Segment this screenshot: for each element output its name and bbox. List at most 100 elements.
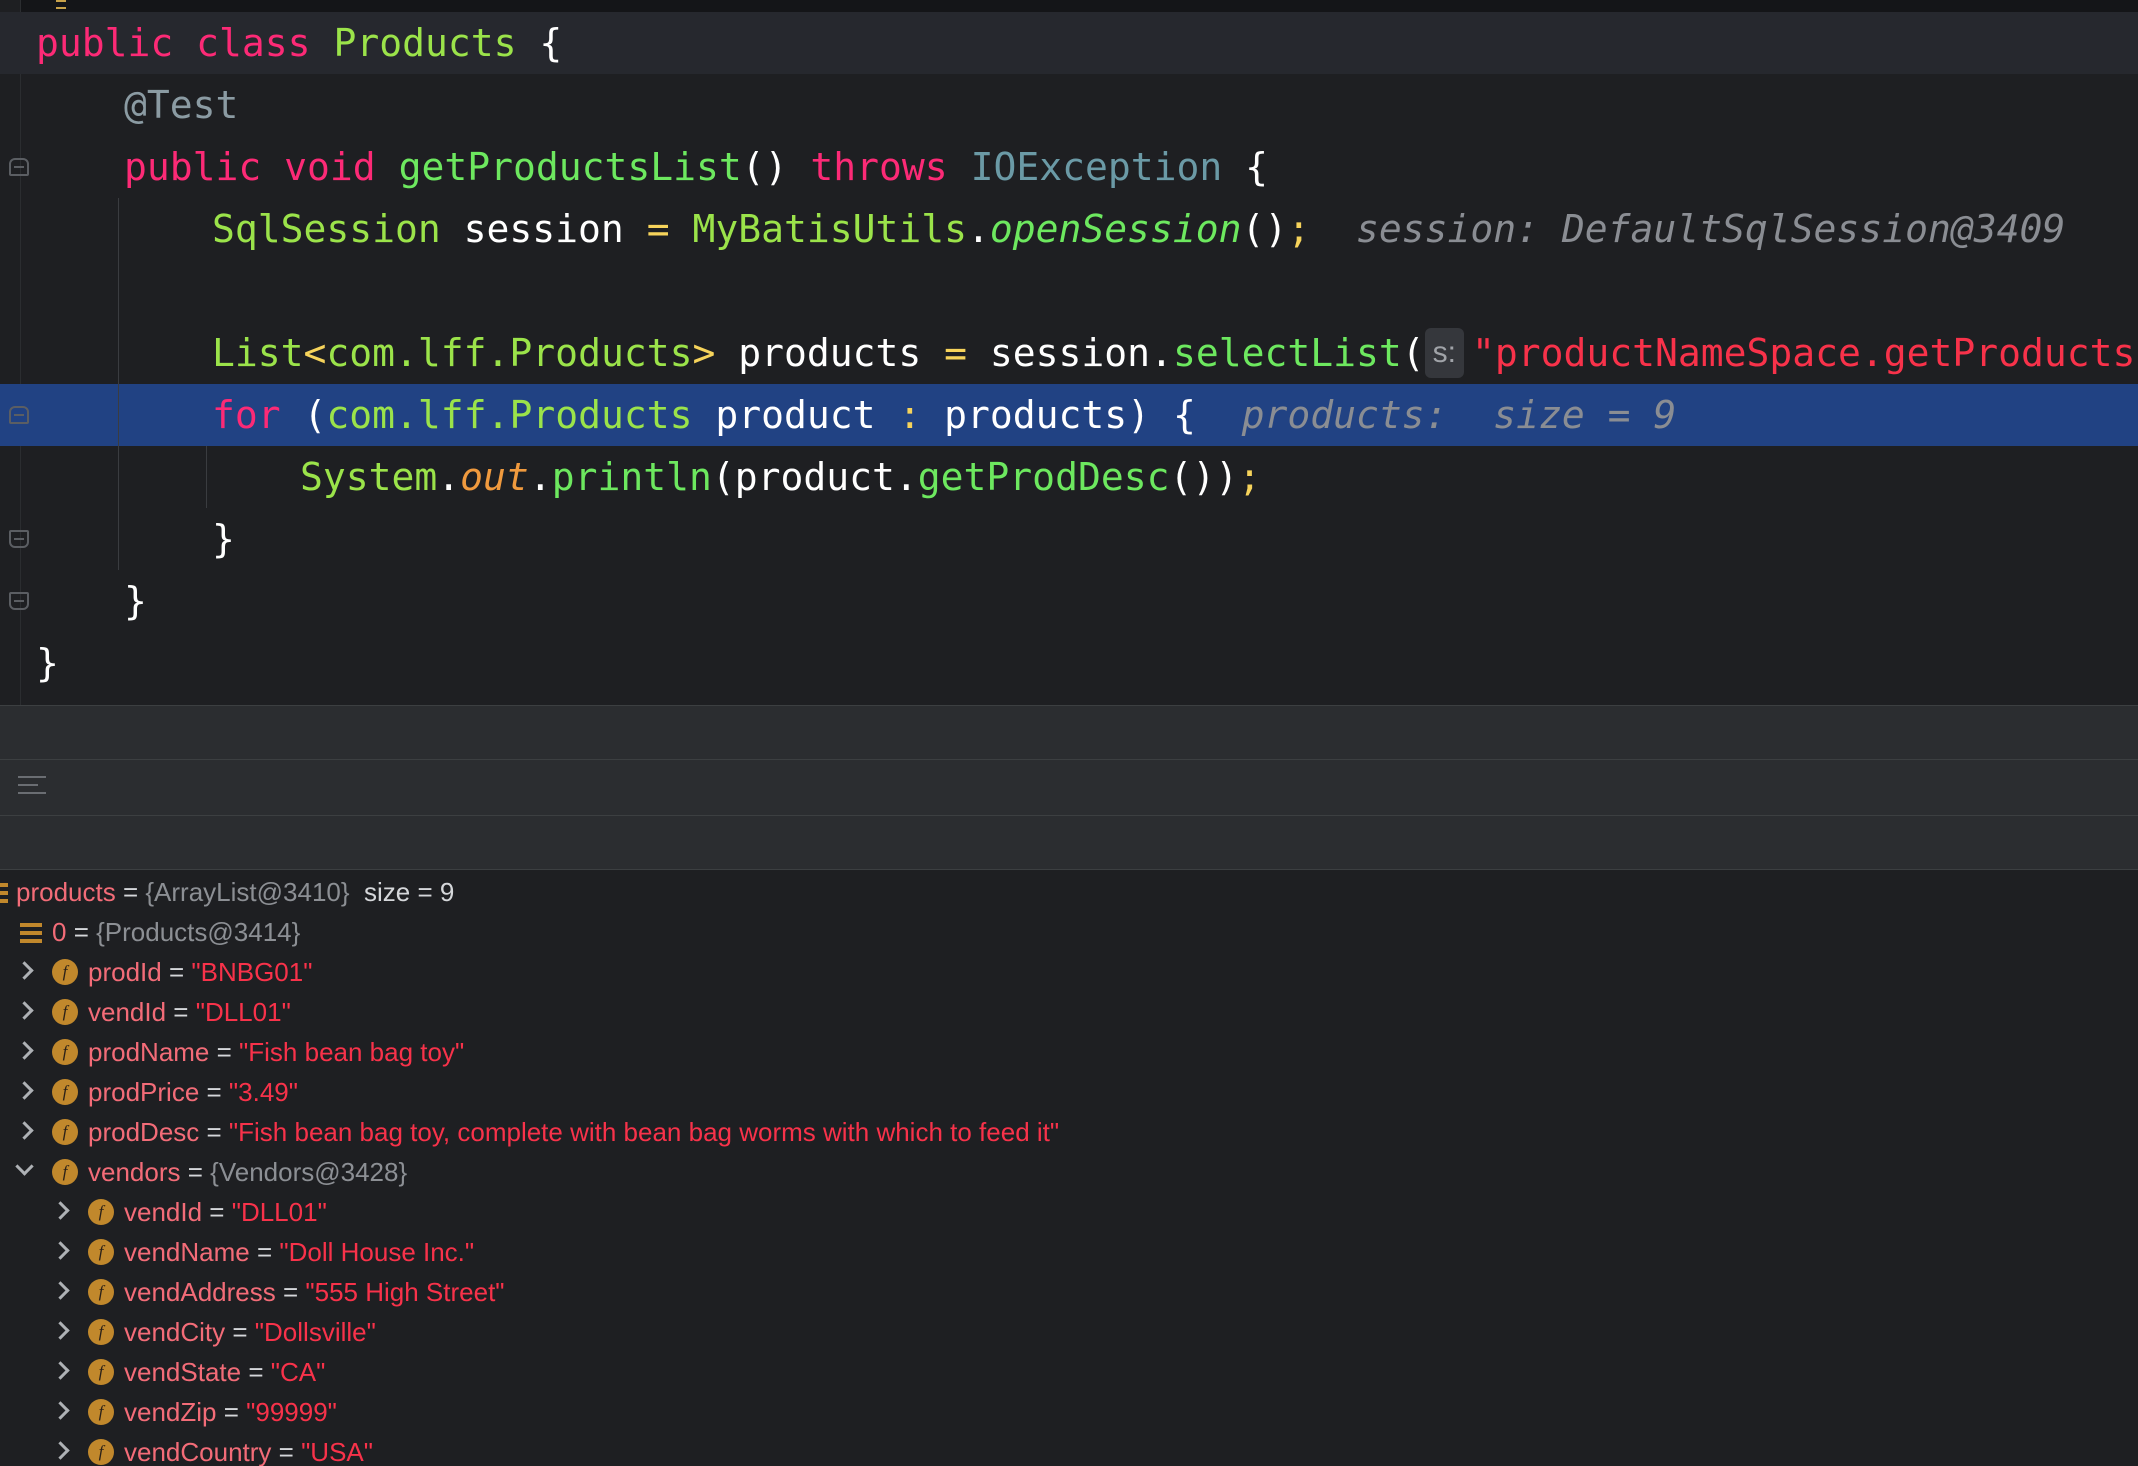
code-line-text: System.out.println(product.getProdDesc()… (300, 446, 1261, 508)
variable-row[interactable]: f vendZip = "99999" (0, 1392, 2138, 1432)
variable-text: vendAddress = "555 High Street" (124, 1272, 505, 1312)
code-token: session (440, 207, 647, 251)
code-line[interactable]: SqlSession session = MyBatisUtils.openSe… (0, 198, 2138, 260)
chevron-right-icon[interactable] (54, 1364, 68, 1378)
equals-sign: = (216, 1397, 247, 1427)
chevron-right-icon[interactable] (18, 1124, 32, 1138)
code-token: selectList (1172, 331, 1402, 375)
variable-name: vendId (88, 997, 167, 1027)
indent-guide (206, 446, 207, 508)
code-token: getProductsList (398, 145, 742, 189)
code-line[interactable]: List<com.lff.Products> products = sessio… (0, 322, 2138, 384)
variable-row[interactable]: f vendId = "DLL01" (0, 992, 2138, 1032)
variable-text: vendState = "CA" (124, 1352, 325, 1392)
chevron-right-icon[interactable] (18, 1044, 32, 1058)
code-token: getProdDesc (917, 455, 1170, 499)
chevron-right-icon[interactable] (54, 1204, 68, 1218)
string-value: "BNBG01" (191, 957, 313, 987)
object-reference: {Vendors@3428} (210, 1157, 408, 1187)
code-line[interactable] (0, 260, 2138, 322)
variable-row[interactable]: f vendAddress = "555 High Street" (0, 1272, 2138, 1312)
code-line[interactable]: public void getProductsList() throws IOE… (0, 136, 2138, 198)
chevron-right-icon[interactable] (54, 1324, 68, 1338)
variable-name: products (16, 877, 116, 907)
code-token: ()) (1169, 455, 1239, 499)
code-token: () (741, 145, 788, 189)
code-token: com.lff.Products (326, 331, 693, 375)
parameter-hint: s: (1424, 328, 1464, 378)
chevron-right-icon[interactable] (54, 1444, 68, 1458)
code-token: product (734, 455, 895, 499)
chevron-right-icon[interactable] (54, 1244, 68, 1258)
code-line-text: List<com.lff.Products> products = sessio… (212, 322, 2138, 384)
code-editor[interactable]: public class Products { @Test public voi… (0, 0, 2138, 705)
chevron-right-icon[interactable] (18, 964, 32, 978)
variable-row[interactable]: f prodPrice = "3.49" (0, 1072, 2138, 1112)
string-value: "555 High Street" (305, 1277, 505, 1307)
debugger-panel-header[interactable] (0, 705, 2138, 760)
variable-row[interactable]: f vendId = "DLL01" (0, 1192, 2138, 1232)
variable-name: prodPrice (88, 1077, 200, 1107)
code-token: ) (1127, 393, 1151, 437)
code-line[interactable]: @Test (0, 74, 2138, 136)
variable-row[interactable]: f prodName = "Fish bean bag toy" (0, 1032, 2138, 1072)
chevron-down-icon[interactable] (18, 1164, 32, 1178)
equals-sign: = (202, 1197, 232, 1227)
fold-collapse-icon[interactable] (9, 158, 29, 176)
chevron-right-icon[interactable] (54, 1404, 68, 1418)
code-token: System (300, 455, 438, 499)
string-value: "Fish bean bag toy, complete with bean b… (228, 1117, 1060, 1147)
code-line[interactable]: } (0, 570, 2138, 632)
variable-row[interactable]: f vendState = "CA" (0, 1352, 2138, 1392)
code-token: } (36, 641, 59, 685)
editor-top-strip (0, 0, 2138, 12)
code-line-text: @Test (124, 74, 238, 136)
variable-text: prodPrice = "3.49" (88, 1072, 298, 1112)
variables-header (0, 816, 2138, 870)
code-token: } (212, 517, 235, 561)
debugger-toolbar[interactable] (0, 760, 2138, 816)
variables-tree[interactable]: products = {ArrayList@3410} size = 90 = … (0, 870, 2138, 1466)
field-icon: f (88, 1199, 114, 1225)
code-line[interactable]: } (0, 632, 2138, 694)
variable-row[interactable]: f vendCity = "Dollsville" (0, 1312, 2138, 1352)
field-icon: f (88, 1399, 114, 1425)
code-line[interactable]: System.out.println(product.getProdDesc()… (0, 446, 2138, 508)
variable-row[interactable]: f vendName = "Doll House Inc." (0, 1232, 2138, 1272)
variable-name: prodDesc (88, 1117, 200, 1147)
field-icon: f (88, 1319, 114, 1345)
fold-collapse-icon[interactable] (9, 406, 29, 424)
chevron-right-icon[interactable] (18, 1084, 32, 1098)
execution-point-line[interactable]: for (com.lff.Products product : products… (0, 384, 2138, 446)
chevron-right-icon[interactable] (54, 1284, 68, 1298)
equals-sign: = (271, 1437, 302, 1466)
fold-end-icon[interactable] (9, 530, 29, 548)
variable-row[interactable]: f prodDesc = "Fish bean bag toy, complete… (0, 1112, 2138, 1152)
code-token: { (1245, 145, 1269, 189)
code-line[interactable]: public class Products { (0, 12, 2138, 74)
equals-sign: = (249, 1237, 280, 1267)
code-line-text: } (124, 570, 147, 632)
code-line[interactable]: } (0, 508, 2138, 570)
code-line-text: public class Products { (36, 12, 562, 74)
code-line-text: } (212, 508, 235, 570)
chevron-right-icon[interactable] (18, 1004, 32, 1018)
variable-row[interactable]: f prodId = "BNBG01" (0, 952, 2138, 992)
settings-list-icon[interactable] (18, 774, 46, 798)
code-token: = (944, 331, 968, 375)
fold-end-icon[interactable] (9, 592, 29, 610)
variable-name: vendId (124, 1197, 203, 1227)
variable-row[interactable]: f vendors = {Vendors@3428} (0, 1152, 2138, 1192)
variable-row[interactable]: 0 = {Products@3414} (0, 912, 2138, 952)
variable-row[interactable]: products = {ArrayList@3410} size = 9 (0, 872, 2138, 912)
indent-guide (118, 198, 119, 570)
variable-text: products = {ArrayList@3410} size = 9 (16, 872, 454, 912)
code-token: ( (303, 393, 327, 437)
variable-row[interactable]: f vendCountry = "USA" (0, 1432, 2138, 1466)
